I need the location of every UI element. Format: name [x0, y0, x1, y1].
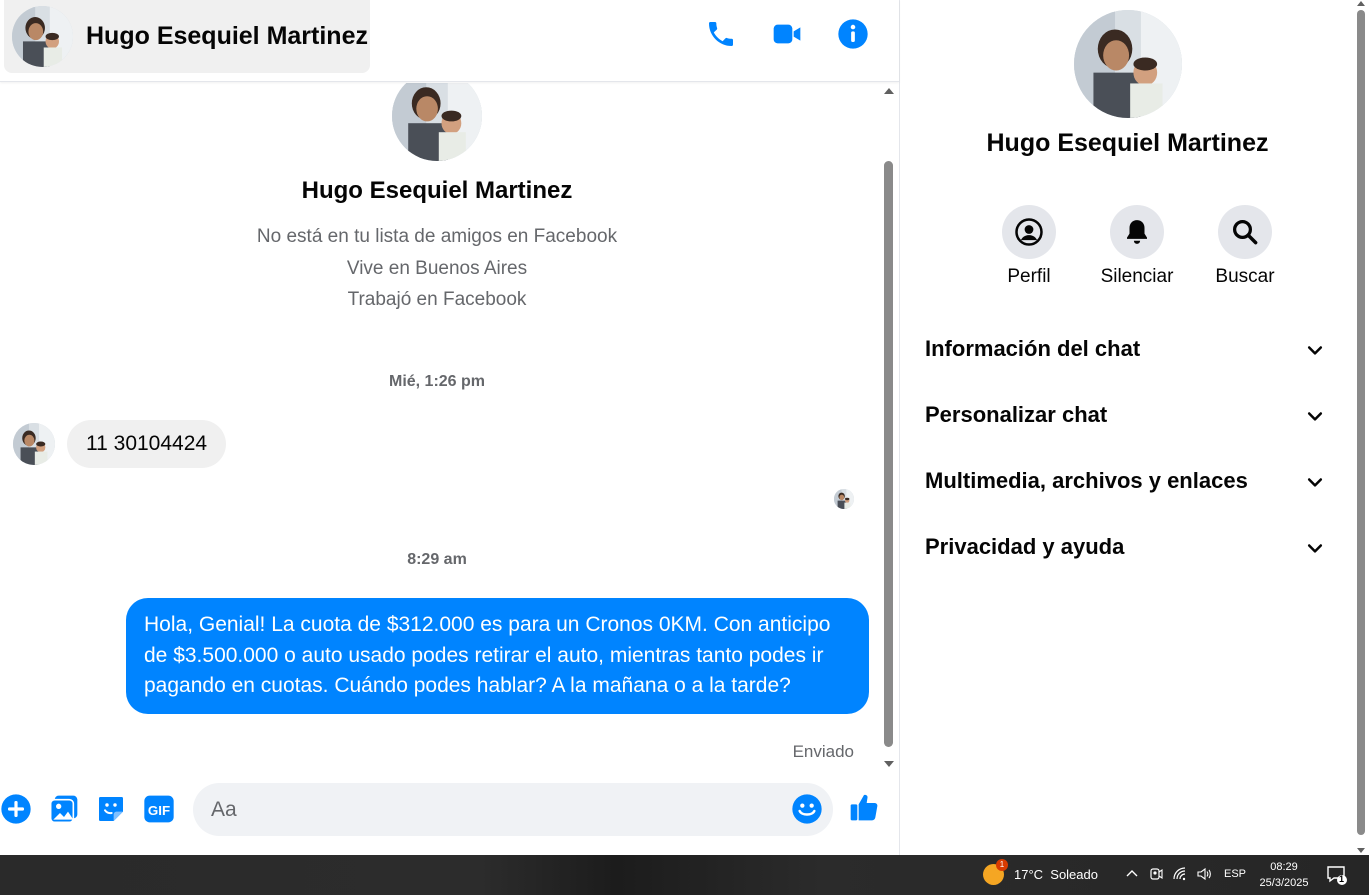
- section-label: Personalizar chat: [925, 402, 1108, 427]
- gif-icon: GIF: [144, 795, 174, 823]
- header-contact-button[interactable]: Hugo Esequiel Martinez: [4, 0, 370, 73]
- voice-call-button[interactable]: [705, 14, 737, 54]
- sun-icon: 1: [983, 859, 1008, 885]
- profile-button[interactable]: Perfil: [975, 205, 1083, 288]
- scroll-up-arrow-icon[interactable]: [884, 88, 894, 94]
- profile-icon: [1015, 218, 1043, 246]
- video-call-button[interactable]: [771, 14, 803, 54]
- contact-intro: Hugo Esequiel Martinez No está en tu lis…: [0, 83, 874, 316]
- section-privacy-support[interactable]: Privacidad y ayuda: [900, 514, 1355, 580]
- outgoing-message-bubble[interactable]: Hola, Genial! La cuota de $312.000 es pa…: [126, 598, 869, 714]
- header-actions: [705, 14, 869, 54]
- search-icon: [1232, 219, 1258, 245]
- read-receipt-avatar: [834, 489, 854, 509]
- chevron-down-icon: [1307, 544, 1323, 553]
- notification-center-button[interactable]: 1: [1326, 864, 1348, 886]
- chat-header: Hugo Esequiel Martinez: [0, 0, 899, 82]
- section-label: Privacidad y ayuda: [925, 534, 1125, 559]
- intro-friend-status: No está en tu lista de amigos en Faceboo…: [256, 226, 618, 247]
- page-scrollbar[interactable]: [1354, 0, 1369, 855]
- scroll-down-arrow-icon[interactable]: [884, 761, 894, 767]
- chevron-up-icon[interactable]: [1124, 866, 1140, 882]
- message-timestamp: Mié, 1:26 pm: [388, 373, 486, 390]
- details-sections: Información del chat Personalizar chat M…: [900, 316, 1355, 580]
- message-list[interactable]: Hugo Esequiel Martinez No está en tu lis…: [0, 83, 880, 773]
- message-input[interactable]: [211, 783, 781, 836]
- clock-date: 25/3/2025: [1259, 877, 1309, 889]
- language-indicator[interactable]: ESP: [1224, 868, 1246, 880]
- weather-text: 17°C Soleado: [1014, 867, 1098, 882]
- emoji-button[interactable]: [791, 793, 823, 825]
- message-composer: GIF: [0, 778, 899, 844]
- section-media-files-links[interactable]: Multimedia, archivos y enlaces: [900, 448, 1355, 514]
- message-timestamp: 8:29 am: [407, 551, 467, 568]
- scrollbar-thumb[interactable]: [1357, 10, 1365, 835]
- conversation-details-panel: Hugo Esequiel Martinez Perfil Silenciar …: [899, 0, 1354, 855]
- system-tray: [1124, 866, 1212, 882]
- speaker-icon[interactable]: [1196, 866, 1212, 882]
- message-input-container[interactable]: [193, 783, 833, 836]
- chevron-down-icon: [1307, 412, 1323, 421]
- plus-circle-icon: [1, 794, 31, 824]
- intro-contact-name: Hugo Esequiel Martinez: [301, 177, 573, 204]
- image-icon: [49, 795, 78, 824]
- smiley-icon: [792, 794, 822, 824]
- chevron-down-icon: [1307, 478, 1323, 487]
- scroll-up-arrow-icon[interactable]: [1357, 1, 1365, 6]
- section-label: Multimedia, archivos y enlaces: [925, 468, 1248, 493]
- conversation-info-button[interactable]: [837, 14, 869, 54]
- chat-panel: Hugo Esequiel Martinez Hugo Esequiel Mar…: [0, 0, 899, 855]
- clock-time: 08:29: [1270, 861, 1298, 873]
- search-label: Buscar: [1215, 266, 1275, 287]
- notification-count: 1: [1339, 874, 1345, 884]
- like-button[interactable]: [848, 791, 884, 827]
- chevron-down-icon: [1307, 346, 1323, 355]
- meet-icon[interactable]: [1148, 866, 1164, 882]
- mute-label: Silenciar: [1100, 266, 1174, 287]
- profile-label: Perfil: [1007, 266, 1051, 287]
- weather-badge: 1: [996, 859, 1008, 871]
- sticker-icon: [99, 797, 123, 821]
- incoming-message-bubble[interactable]: 11 30104424: [67, 420, 227, 468]
- attach-media-button[interactable]: [48, 793, 80, 825]
- section-label: Información del chat: [925, 336, 1141, 361]
- section-chat-info[interactable]: Información del chat: [900, 316, 1355, 382]
- intro-work: Trabajó en Facebook: [347, 289, 527, 310]
- details-actions: Perfil Silenciar Buscar: [975, 205, 1299, 288]
- system-clock[interactable]: 08:29 25/3/2025: [1252, 859, 1316, 891]
- thumbs-up-icon: [850, 794, 878, 821]
- info-icon: [838, 19, 868, 49]
- message-status: Enviado: [792, 742, 854, 761]
- wifi-icon[interactable]: [1172, 866, 1188, 882]
- details-contact-name: Hugo Esequiel Martinez: [986, 129, 1269, 157]
- more-actions-button[interactable]: [0, 793, 32, 825]
- bell-icon: [1127, 220, 1147, 244]
- incoming-message-row: 11 30104424: [13, 420, 227, 468]
- windows-taskbar: 1 17°C Soleado ESP 08:29 25/3/2025 1: [0, 855, 1369, 895]
- avatar[interactable]: [12, 6, 73, 67]
- avatar[interactable]: [392, 83, 482, 161]
- header-contact-name: Hugo Esequiel Martinez: [86, 22, 368, 50]
- phone-icon: [709, 22, 733, 46]
- intro-location: Vive en Buenos Aires: [346, 257, 528, 279]
- search-button[interactable]: Buscar: [1191, 205, 1299, 288]
- avatar[interactable]: [13, 423, 55, 465]
- video-camera-icon: [773, 24, 801, 44]
- messenger-app: Hugo Esequiel Martinez Hugo Esequiel Mar…: [0, 0, 1369, 895]
- weather-widget[interactable]: 1 17°C Soleado: [983, 859, 1098, 885]
- svg-text:GIF: GIF: [148, 803, 170, 818]
- scrollbar-thumb[interactable]: [884, 161, 893, 747]
- gif-button[interactable]: GIF: [143, 793, 175, 825]
- section-customize-chat[interactable]: Personalizar chat: [900, 382, 1355, 448]
- sticker-button[interactable]: [95, 793, 127, 825]
- avatar[interactable]: [1074, 10, 1182, 118]
- mute-button[interactable]: Silenciar: [1083, 205, 1191, 288]
- scroll-down-arrow-icon[interactable]: [1357, 848, 1365, 853]
- message-scrollbar[interactable]: [880, 83, 898, 773]
